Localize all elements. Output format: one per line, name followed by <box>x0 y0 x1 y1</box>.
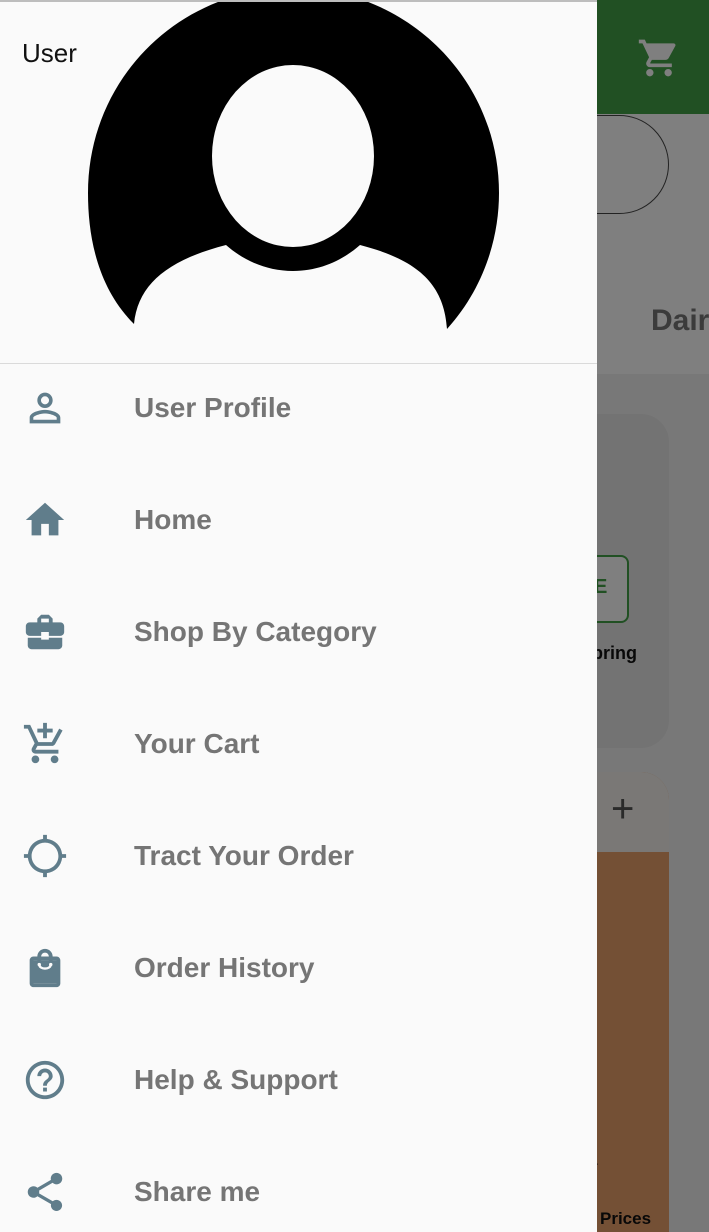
menu-item-label: User Profile <box>134 392 292 423</box>
menu-item-label: Home <box>134 504 212 535</box>
home-icon <box>22 497 68 543</box>
menu-item-label: Order History <box>134 952 315 983</box>
avatar[interactable] <box>88 2 499 336</box>
menu-item-shop-by-category[interactable]: Shop By Category <box>0 576 597 688</box>
user-name-label: User <box>22 38 77 68</box>
menu-item-label: Your Cart <box>134 728 260 759</box>
menu-item-user-profile[interactable]: User Profile <box>0 352 597 464</box>
menu-item-label: Tract Your Order <box>134 840 354 871</box>
menu-item-share[interactable]: Share me <box>0 1136 597 1232</box>
help-outline-icon <box>22 1057 68 1103</box>
drawer-header: User <box>0 2 597 364</box>
gps-crosshair-icon <box>22 833 68 879</box>
menu-item-label: Share me <box>134 1176 261 1207</box>
shopping-bag-icon <box>22 945 68 991</box>
share-icon <box>22 1169 68 1215</box>
menu-item-home[interactable]: Home <box>0 464 597 576</box>
menu-item-label: Shop By Category <box>134 616 377 647</box>
menu-item-order-history[interactable]: Order History <box>0 912 597 1024</box>
add-shopping-cart-icon <box>22 721 68 767</box>
navigation-drawer: User User Profile Home Shop By Category <box>0 0 597 1232</box>
briefcase-icon <box>22 609 68 655</box>
person-outline-icon <box>22 385 68 431</box>
menu-item-label: Help & Support <box>134 1064 338 1095</box>
menu-item-track-your-order[interactable]: Tract Your Order <box>0 800 597 912</box>
menu-item-help-support[interactable]: Help & Support <box>0 1024 597 1136</box>
menu-item-your-cart[interactable]: Your Cart <box>0 688 597 800</box>
